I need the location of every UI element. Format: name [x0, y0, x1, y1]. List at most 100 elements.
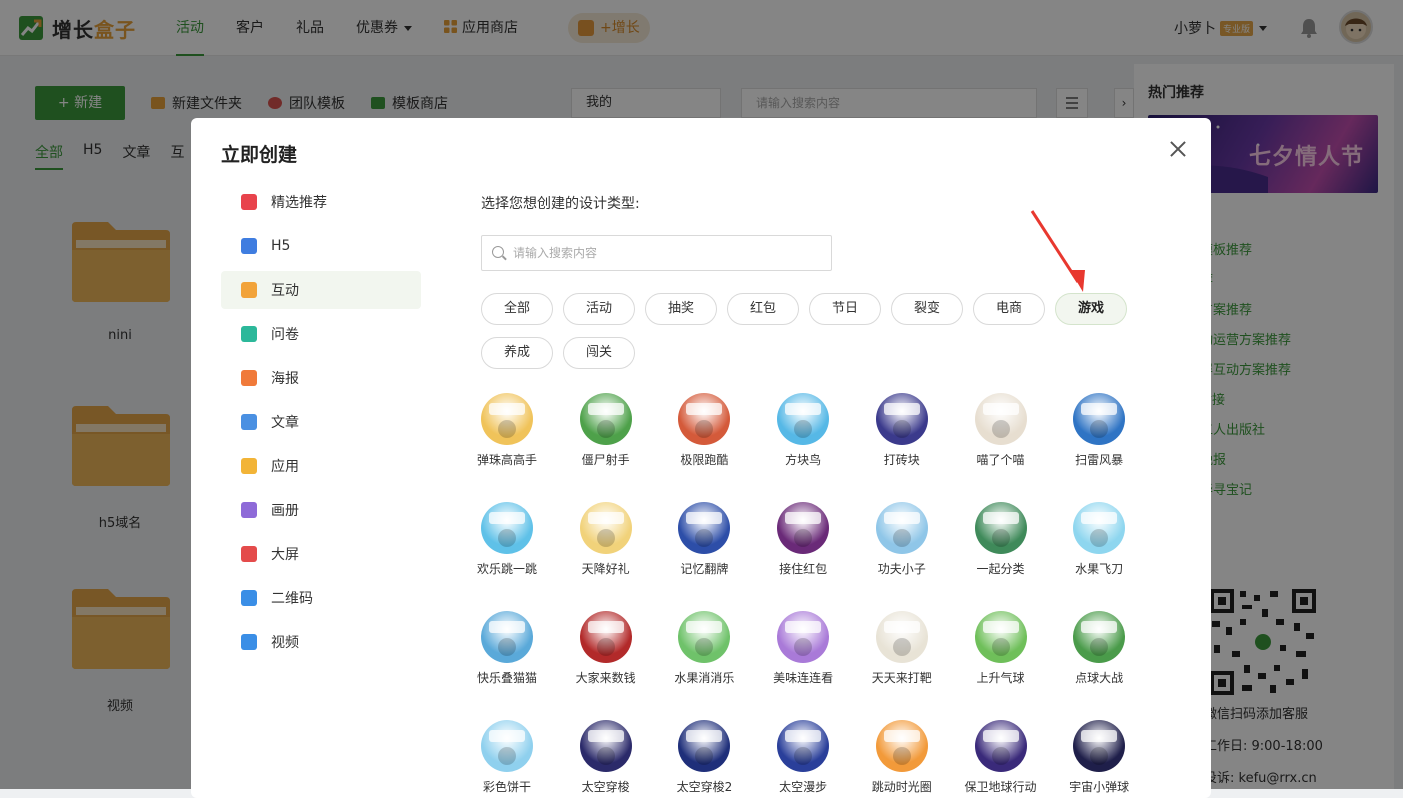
- sidebar-item[interactable]: 画册: [221, 491, 421, 529]
- game-thumbnail: [678, 611, 731, 663]
- game-template-item[interactable]: 彩色饼干: [462, 720, 552, 795]
- game-template-item[interactable]: 太空漫步: [758, 720, 848, 795]
- sidebar-item-label: 应用: [271, 459, 299, 475]
- game-template-item[interactable]: 扫雷风暴: [1054, 393, 1144, 468]
- filter-chip[interactable]: 红包: [727, 293, 799, 325]
- game-name: 美味连连看: [773, 671, 834, 685]
- sidebar-item[interactable]: H5: [221, 227, 421, 265]
- game-template-item[interactable]: 一起分类: [956, 502, 1046, 577]
- game-name: 扫雷风暴: [1075, 453, 1124, 467]
- close-icon[interactable]: [1167, 138, 1189, 160]
- game-name: 方块鸟: [785, 453, 822, 467]
- game-thumbnail: [481, 611, 533, 663]
- game-name: 极限跑酷: [680, 453, 729, 467]
- filter-chip[interactable]: 全部: [481, 293, 553, 325]
- category-icon: [241, 238, 257, 254]
- filter-chip[interactable]: 抽奖: [645, 293, 717, 325]
- filter-chip[interactable]: 养成: [481, 337, 553, 369]
- pointer-arrow: [1030, 210, 1085, 292]
- game-thumbnail: [678, 720, 731, 772]
- sidebar-item-label: 海报: [271, 371, 299, 387]
- game-thumbnail: [1073, 611, 1126, 663]
- game-name: 太空穿梭2: [676, 780, 733, 794]
- game-thumbnail: [777, 611, 830, 663]
- game-thumbnail: [678, 502, 731, 554]
- game-template-item[interactable]: 喵了个喵: [956, 393, 1046, 468]
- filter-chip[interactable]: 节日: [809, 293, 881, 325]
- sidebar-item[interactable]: 互动: [221, 271, 421, 309]
- sidebar-item[interactable]: 问卷: [221, 315, 421, 353]
- game-thumbnail: [777, 720, 830, 772]
- game-thumbnail: [678, 393, 731, 445]
- game-template-item[interactable]: 水果飞刀: [1054, 502, 1144, 577]
- sidebar-item[interactable]: 视频: [221, 623, 421, 661]
- game-thumbnail: [974, 720, 1027, 772]
- game-template-item[interactable]: 极限跑酷: [659, 393, 749, 468]
- filter-chip[interactable]: 裂变: [891, 293, 963, 325]
- filter-chip[interactable]: 活动: [563, 293, 635, 325]
- sidebar-item-label: 二维码: [271, 591, 313, 607]
- game-template-item[interactable]: 保卫地球行动: [956, 720, 1046, 795]
- sidebar-item-label: 问卷: [271, 327, 299, 343]
- game-template-item[interactable]: 点球大战: [1054, 611, 1144, 686]
- game-template-item[interactable]: 方块鸟: [758, 393, 848, 468]
- game-template-item[interactable]: 欢乐跳一跳: [462, 502, 552, 577]
- category-icon: [241, 546, 257, 562]
- template-search-input[interactable]: 请输入搜索内容: [481, 235, 832, 271]
- sidebar-item-label: 互动: [271, 283, 299, 299]
- game-template-item[interactable]: 打砖块: [857, 393, 947, 468]
- sidebar-item[interactable]: 精选推荐: [221, 183, 421, 221]
- game-template-item[interactable]: 天降好礼: [561, 502, 651, 577]
- game-thumbnail: [481, 393, 533, 445]
- game-template-item[interactable]: 上升气球: [956, 611, 1046, 686]
- game-template-item[interactable]: 僵尸射手: [561, 393, 651, 468]
- category-icon: [241, 634, 257, 650]
- game-template-item[interactable]: 记忆翻牌: [659, 502, 749, 577]
- search-icon: [492, 246, 504, 258]
- filter-chip[interactable]: 闯关: [563, 337, 635, 369]
- game-name: 欢乐跳一跳: [476, 562, 537, 576]
- sidebar-item[interactable]: 海报: [221, 359, 421, 397]
- game-template-item[interactable]: 美味连连看: [758, 611, 848, 686]
- modal-title: 立即创建: [221, 144, 298, 166]
- game-template-item[interactable]: 弹珠高高手: [462, 393, 552, 468]
- filter-chips: 全部 活动 抽奖 红包 节日 裂变 电商 游戏 养成 闯关: [481, 293, 1181, 381]
- sidebar-item[interactable]: 应用: [221, 447, 421, 485]
- game-thumbnail: [777, 393, 830, 445]
- game-template-item[interactable]: 太空穿梭: [561, 720, 651, 795]
- game-template-item[interactable]: 快乐叠猫猫: [462, 611, 552, 686]
- game-template-item[interactable]: 水果消消乐: [659, 611, 749, 686]
- game-thumbnail: [579, 720, 632, 772]
- game-thumbnail: [875, 720, 928, 772]
- game-template-item[interactable]: 跳动时光圈: [857, 720, 947, 795]
- game-thumbnail: [875, 393, 928, 445]
- type-prompt: 选择您想创建的设计类型:: [481, 196, 640, 212]
- game-name: 大家来数钱: [575, 671, 636, 685]
- game-template-item[interactable]: 大家来数钱: [561, 611, 651, 686]
- sidebar-item[interactable]: 大屏: [221, 535, 421, 573]
- game-name: 点球大战: [1075, 671, 1124, 685]
- sidebar-item[interactable]: 二维码: [221, 579, 421, 617]
- game-template-item[interactable]: 天天来打靶: [857, 611, 947, 686]
- game-thumbnail: [481, 720, 533, 772]
- category-icon: [241, 414, 257, 430]
- game-template-item[interactable]: 功夫小子: [857, 502, 947, 577]
- game-thumbnail: [579, 611, 632, 663]
- game-template-item[interactable]: 宇宙小弹球: [1054, 720, 1144, 795]
- category-icon: [241, 590, 257, 606]
- sidebar-item[interactable]: 文章: [221, 403, 421, 441]
- game-name: 一起分类: [976, 562, 1025, 576]
- game-thumbnail: [777, 502, 830, 554]
- game-name: 天天来打靶: [871, 671, 932, 685]
- game-name: 僵尸射手: [581, 453, 630, 467]
- game-name: 打砖块: [883, 453, 920, 467]
- game-template-item[interactable]: 接住红包: [758, 502, 848, 577]
- game-name: 保卫地球行动: [964, 780, 1037, 794]
- sidebar-item-label: 文章: [271, 415, 299, 431]
- game-thumbnail: [579, 502, 632, 554]
- game-name: 太空漫步: [779, 780, 828, 794]
- game-name: 快乐叠猫猫: [476, 671, 537, 685]
- game-name: 喵了个喵: [976, 453, 1025, 467]
- game-thumbnail: [1073, 502, 1126, 554]
- game-template-item[interactable]: 太空穿梭2: [659, 720, 749, 795]
